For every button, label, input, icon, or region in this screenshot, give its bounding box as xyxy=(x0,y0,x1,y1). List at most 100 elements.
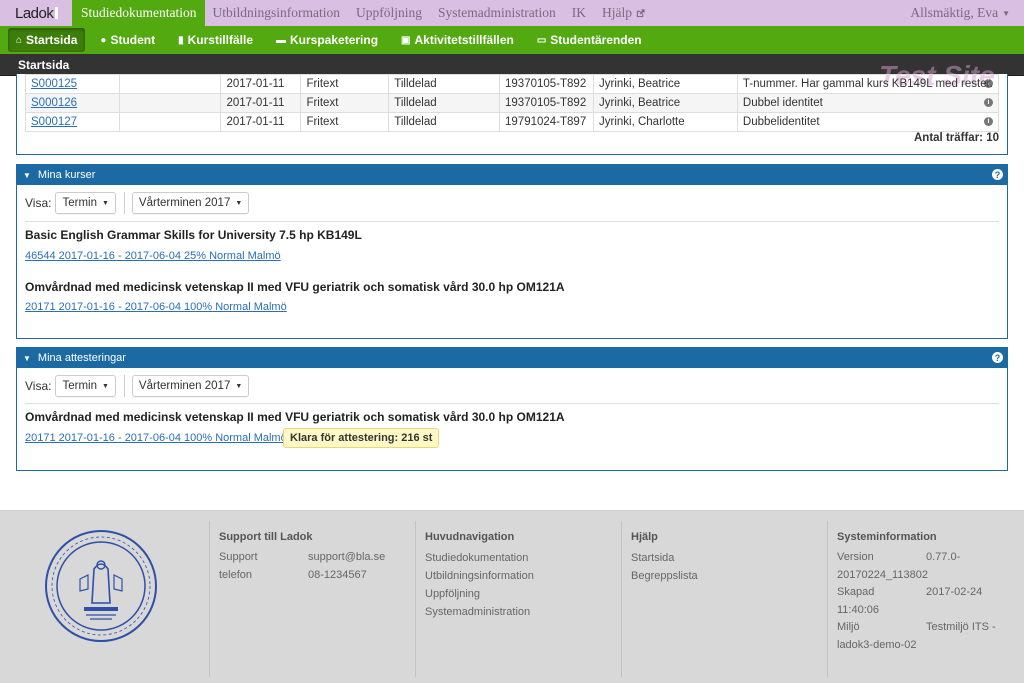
note-text: Dubbel identitet xyxy=(742,97,823,109)
hit-count: Antal träffar: 10 xyxy=(914,132,999,144)
filter-type-dropdown[interactable]: Termin ▼ xyxy=(55,192,116,214)
topnav-uppfoljning[interactable]: Uppföljning xyxy=(348,0,430,26)
folder-icon: ▬ xyxy=(276,34,286,46)
panel-title: Mina kurser xyxy=(37,169,96,181)
subnav-student[interactable]: ● Student xyxy=(92,28,163,52)
footer-link[interactable]: Utbildningsinformation xyxy=(425,567,621,585)
task-link[interactable]: S000126 xyxy=(31,97,77,109)
ladok-logo[interactable]: Ladok xyxy=(0,0,72,26)
caret-down-icon: ▼ xyxy=(23,353,31,363)
filter-label: Visa: xyxy=(25,196,52,210)
help-icon[interactable]: ? xyxy=(992,169,1003,180)
table-cell: 19370105-T892 xyxy=(499,74,594,94)
subnav-kurstillfalle-label: Kurstillfälle xyxy=(187,33,253,47)
table-row[interactable]: S000127 2017-01-11 Fritext Tilldelad 197… xyxy=(25,112,1000,132)
course-link[interactable]: 20171 2017-01-16 - 2017-06-04 100% Norma… xyxy=(25,432,287,444)
subnav-startsida[interactable]: ⌂ Startsida xyxy=(8,28,86,52)
footer-systeminformation-column: Systeminformation Version 0.77.0- 2017022… xyxy=(827,521,1017,677)
top-navigation: Ladok Studiedokumentation Utbildningsinf… xyxy=(0,0,1024,26)
course-link[interactable]: 20171 2017-01-16 - 2017-06-04 100% Norma… xyxy=(25,301,287,313)
mina-kurser-header[interactable]: ▼ Mina kurser ? xyxy=(17,165,1007,185)
topnav-ik[interactable]: IK xyxy=(564,0,594,26)
task-id-cell[interactable]: S000127 xyxy=(25,112,120,132)
topnav-utbildningsinformation[interactable]: Utbildningsinformation xyxy=(205,0,349,26)
task-id-cell[interactable]: S000125 xyxy=(25,74,120,94)
inbox-icon: ▭ xyxy=(536,34,547,46)
user-icon: ● xyxy=(100,34,107,46)
divider xyxy=(123,375,125,397)
note-text: Dubbelidentitet xyxy=(742,116,820,128)
footer-heading: Support till Ladok xyxy=(219,531,313,543)
table-cell: Jyrinki, Charlotte xyxy=(593,112,738,132)
task-link[interactable]: S000125 xyxy=(31,78,77,90)
chevron-down-icon: ▼ xyxy=(1002,8,1010,18)
topnav-hjalp-label: Hjälp xyxy=(602,5,632,20)
page-title: Startsida xyxy=(0,54,1024,76)
support-phone: 08-1234567 xyxy=(308,568,367,581)
term-dropdown[interactable]: Vårterminen 2017 ▼ xyxy=(131,375,250,397)
attesteringar-filter-row: Visa: Termin ▼ Vårterminen 2017 ▼ xyxy=(25,375,250,397)
table-row[interactable]: S000126 2017-01-11 Fritext Tilldelad 193… xyxy=(25,93,1000,113)
user-menu[interactable]: Allsmäktig, Eva ▼ xyxy=(902,0,1024,26)
table-cell-note: i T-nummer. Har gammal kurs KB149L med re… xyxy=(736,74,1000,94)
panel-title: Mina attesteringar xyxy=(37,352,126,364)
topnav-systemadministration[interactable]: Systemadministration xyxy=(430,0,564,26)
dropdown-value: Vårterminen 2017 xyxy=(138,380,231,392)
support-info: Support support@bla.se telefon 08-1234567 xyxy=(219,549,415,584)
table-cell: 2017-01-11 xyxy=(220,93,302,113)
footer-huvudnavigation-column: Huvudnavigation Studiedokumentation Utbi… xyxy=(415,521,621,677)
footer-link[interactable]: Startsida xyxy=(631,549,827,567)
subnav-student-label: Student xyxy=(110,33,156,47)
table-cell xyxy=(118,74,222,94)
support-email[interactable]: support@bla.se xyxy=(308,549,415,567)
subnav-aktivitetstillfallen-label: Aktivitetstillfällen xyxy=(414,33,514,47)
mina-attesteringar-header[interactable]: ▼ Mina attesteringar ? xyxy=(17,348,1007,368)
term-dropdown[interactable]: Vårterminen 2017 ▼ xyxy=(131,192,250,214)
mina-kurser-panel: ▼ Mina kurser ? Visa: Termin ▼ Vårtermine… xyxy=(16,164,1008,339)
external-link-icon xyxy=(636,8,645,17)
footer-heading: Hjälp xyxy=(631,531,658,543)
task-link[interactable]: S000127 xyxy=(31,116,77,128)
footer-support-column: Support till Ladok Support support@bla.se… xyxy=(209,521,415,677)
subnav-aktivitetstillfallen[interactable]: ▣ Aktivitetstillfällen xyxy=(393,28,522,52)
caret-down-icon: ▼ xyxy=(101,199,109,207)
info-icon[interactable]: i xyxy=(984,117,993,126)
filter-label: Visa: xyxy=(25,379,52,393)
footer-heading: Systeminformation xyxy=(837,531,937,543)
info-icon[interactable]: i xyxy=(984,98,993,107)
table-row[interactable]: S000125 2017-01-11 Fritext Tilldelad 193… xyxy=(25,74,1000,94)
task-id-cell[interactable]: S000126 xyxy=(25,93,120,113)
tasks-panel: Test Site S000125 2017-01-11 Fritext Til… xyxy=(16,60,1008,155)
subnav-studentarenden-label: Studentärenden xyxy=(550,33,642,47)
filter-type-dropdown[interactable]: Termin ▼ xyxy=(55,375,116,397)
kurser-filter-row: Visa: Termin ▼ Vårterminen 2017 ▼ xyxy=(25,192,250,214)
subnav-kurstillfalle[interactable]: ▮ Kurstillfälle xyxy=(170,28,261,52)
version-value-cont: 20170224_113802 xyxy=(837,568,928,581)
note-text: T-nummer. Har gammal kurs KB149L med res… xyxy=(742,78,993,90)
course-title: Omvårdnad med medicinsk vetenskap II med… xyxy=(25,410,565,424)
help-icon[interactable]: ? xyxy=(992,352,1003,363)
caret-down-icon: ▼ xyxy=(23,170,31,180)
table-cell: 2017-01-11 xyxy=(220,112,302,132)
mina-attesteringar-panel: ▼ Mina attesteringar ? Visa: Termin ▼ Vår… xyxy=(16,347,1008,471)
footer-link[interactable]: Uppföljning xyxy=(425,585,621,603)
info-key: Skapad xyxy=(837,586,875,599)
course-link[interactable]: 46544 2017-01-16 - 2017-06-04 25% Normal… xyxy=(25,250,281,262)
user-name: Allsmäktig, Eva xyxy=(910,5,999,20)
topnav-studiedokumentation[interactable]: Studiedokumentation xyxy=(72,0,205,26)
table-cell: Fritext xyxy=(300,74,390,94)
subnav-studentarenden[interactable]: ▭ Studentärenden xyxy=(529,28,650,52)
main-content[interactable]: Test Site S000125 2017-01-11 Fritext Til… xyxy=(0,60,1024,510)
divider xyxy=(25,403,999,404)
table-cell: 2017-01-11 xyxy=(220,74,302,94)
subnav-kurspaketering[interactable]: ▬ Kurspaketering xyxy=(268,28,386,52)
footer-link[interactable]: Studiedokumentation xyxy=(425,549,621,567)
footer-link[interactable]: Systemadministration xyxy=(425,603,621,621)
table-cell: Fritext xyxy=(300,112,390,132)
ready-for-attestation-badge[interactable]: Klara för attestering: 216 st xyxy=(283,428,440,448)
topnav-spacer xyxy=(654,0,902,26)
table-cell: 19791024-T897 xyxy=(499,112,594,132)
footer-link[interactable]: Begreppslista xyxy=(631,567,827,585)
topnav-hjalp[interactable]: Hjälp xyxy=(594,0,654,26)
environment-value: Testmiljö ITS - xyxy=(926,621,996,634)
